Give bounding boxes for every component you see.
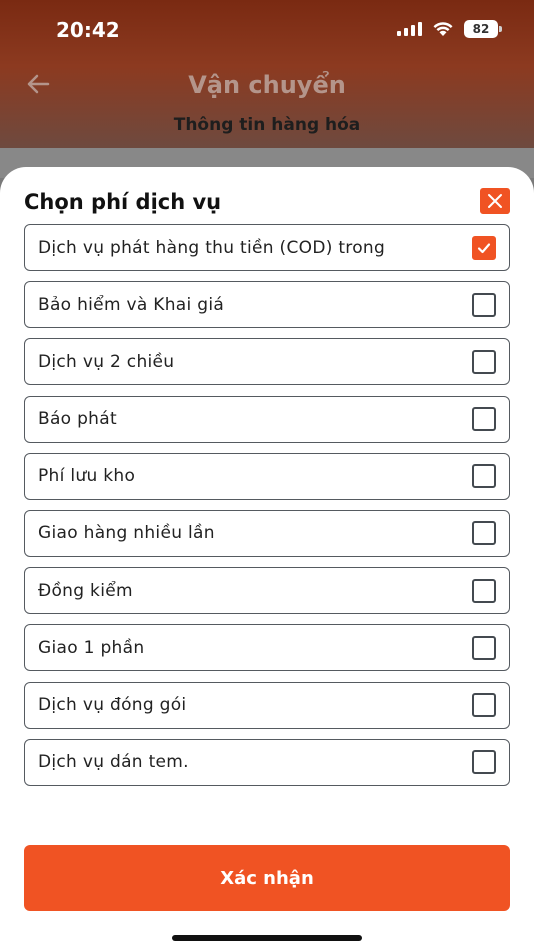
home-indicator bbox=[172, 935, 362, 941]
checkbox[interactable] bbox=[472, 635, 496, 660]
checkmark-icon bbox=[477, 242, 491, 253]
service-option[interactable]: Đồng kiểm bbox=[24, 567, 510, 615]
service-option[interactable]: Phí lưu kho bbox=[24, 452, 510, 500]
service-option[interactable]: Giao hàng nhiều lần bbox=[24, 509, 510, 557]
service-options-list: Dịch vụ phát hàng thu tiền (COD) trong Bả… bbox=[24, 224, 510, 796]
close-icon bbox=[488, 194, 502, 208]
service-option-label: Dịch vụ dán tem. bbox=[38, 752, 189, 773]
service-option-label: Dịch vụ đóng gói bbox=[38, 695, 187, 715]
service-option-label: Giao hàng nhiều lần bbox=[38, 523, 215, 544]
service-option-label: Dịch vụ phát hàng thu tiền (COD) trong bbox=[38, 237, 386, 258]
service-option[interactable]: Dịch vụ dán tem. bbox=[24, 738, 510, 786]
checkbox[interactable] bbox=[472, 407, 496, 432]
service-option[interactable]: Dịch vụ phát hàng thu tiền (COD) trong bbox=[24, 224, 510, 271]
close-button[interactable] bbox=[480, 188, 510, 214]
page-subtitle: Thông tin hàng hóa bbox=[173, 115, 361, 135]
checkbox[interactable] bbox=[472, 521, 496, 546]
service-option[interactable]: Dịch vụ đóng gói bbox=[24, 681, 510, 729]
service-option-label: Báo phát bbox=[38, 409, 117, 430]
status-time: 20:42 bbox=[56, 18, 120, 42]
service-option[interactable]: Dịch vụ 2 chiều bbox=[24, 338, 510, 386]
service-option-label: Dịch vụ 2 chiều bbox=[38, 351, 175, 372]
service-option-label: Bảo hiểm và Khai giá bbox=[38, 294, 225, 315]
checkbox[interactable] bbox=[472, 292, 496, 317]
sheet-title: Chọn phí dịch vụ bbox=[24, 190, 222, 214]
checkbox[interactable] bbox=[472, 349, 496, 374]
checkbox[interactable] bbox=[472, 693, 496, 717]
checkbox-checked[interactable] bbox=[472, 235, 496, 260]
service-fee-sheet: Chọn phí dịch vụ Dịch vụ phát hàng thu t… bbox=[0, 167, 534, 950]
service-option[interactable]: Giao 1 phần bbox=[24, 624, 510, 672]
checkbox[interactable] bbox=[472, 750, 496, 775]
wifi-icon bbox=[433, 22, 453, 36]
signal-icon bbox=[397, 22, 422, 36]
checkbox[interactable] bbox=[472, 464, 496, 489]
service-option[interactable]: Báo phát bbox=[24, 395, 510, 443]
page-title: Vận chuyển bbox=[188, 71, 346, 99]
confirm-button[interactable]: Xác nhận bbox=[24, 845, 510, 911]
battery-icon: 82 bbox=[464, 20, 502, 38]
checkbox[interactable] bbox=[472, 578, 496, 603]
service-option-label: Phí lưu kho bbox=[38, 466, 136, 487]
service-option[interactable]: Bảo hiểm và Khai giá bbox=[24, 281, 510, 329]
service-option-label: Đồng kiểm bbox=[38, 580, 133, 601]
service-option-label: Giao 1 phần bbox=[38, 637, 145, 658]
status-icons: 82 bbox=[397, 18, 502, 40]
